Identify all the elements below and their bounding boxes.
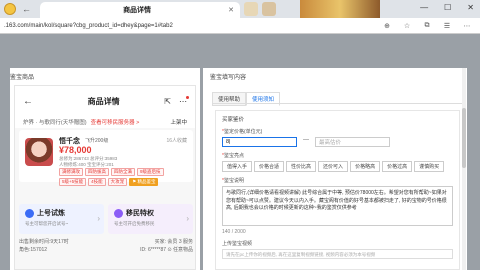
product-phone-preview: ← 商品详情 ⇱ ⋯ 炉界 · 与歌同行(天华赠图) 查看可移民服务器 > 上架… (14, 85, 196, 270)
point-option[interactable]: 值得入手 (222, 161, 253, 172)
minimize-icon[interactable]: — (420, 3, 428, 12)
tab-strip: ← 商品详情 ✕ — ☐ ✕ (0, 0, 480, 18)
trial-login-button[interactable]: 上号试炼 号主可帮您开启试号~ › (19, 204, 104, 234)
max-price-input[interactable]: 最高估价 (315, 137, 390, 147)
tag: 5级+5技能 (59, 178, 87, 186)
browser-tab[interactable]: 商品详情 ✕ (40, 2, 240, 18)
extensions-icon[interactable]: ⧉ (422, 22, 432, 30)
desc-label-text: 鉴宝说明 (223, 178, 244, 184)
maximize-icon[interactable]: ☐ (444, 3, 451, 12)
migrate-server-link[interactable]: 查看可移民服务器 > (91, 118, 140, 126)
tag: 满修满攻 (59, 168, 83, 176)
price-input[interactable]: 8| (222, 137, 297, 147)
back-icon[interactable]: ← (22, 4, 31, 14)
favorite-count: 16人收藏 (166, 138, 187, 144)
character-avatar (25, 138, 53, 166)
point-option[interactable]: 性价比高 (286, 161, 317, 172)
favorites-icon[interactable]: ☰ (442, 22, 452, 30)
tag: 大攻宠 (107, 178, 128, 186)
range-separator: — (303, 137, 309, 143)
char-counter: 140 / 2000 (222, 229, 246, 235)
price-label-text: 鉴定价格(单位元) (223, 129, 263, 135)
point-option[interactable]: 谨慎购买 (414, 161, 445, 172)
scrollbar-thumb[interactable] (462, 108, 466, 168)
tag: 四防拔高 (85, 168, 109, 176)
info-cell: 出售剩余时间:9天17时 (19, 239, 69, 245)
app-icon[interactable] (4, 3, 16, 15)
phone-title: 商品详情 (87, 96, 120, 106)
listing-info: 出售剩余时间:9天17时 买家: 会员 3 服务 角色:157012 ID: 6… (19, 238, 193, 254)
extension-icon[interactable] (262, 2, 276, 16)
address-bar[interactable]: .163.com/main/kol/square?cbg_product_id=… (0, 18, 480, 34)
migrate-icon (114, 208, 123, 218)
action-subtitle: 号主可开启免费移民 (114, 221, 155, 226)
server-name: 炉界 · 与歌同行(天华赠图) (23, 120, 87, 126)
listing-status: 上架中 (170, 120, 187, 126)
close-tab-icon[interactable]: ✕ (228, 6, 234, 14)
chevron-right-icon: › (186, 214, 189, 223)
description-textarea[interactable]: 与歌同行,(详细价格请看视频讲解) 此号综合属于中等, 预估价78000左右。希… (222, 186, 453, 226)
star-icon[interactable]: ☆ (402, 22, 412, 30)
url-text[interactable]: .163.com/main/kol/square?cbg_product_id=… (4, 23, 382, 29)
price-label: *鉴定价格(单位元) (222, 129, 263, 135)
point-option[interactable]: 还价可入 (318, 161, 349, 172)
point-option[interactable]: 价格合适 (254, 161, 285, 172)
left-section-title: 鉴宝商品 (10, 75, 35, 81)
migration-privilege-button[interactable]: 移民特权 号主可开启免费移民 › (108, 204, 193, 234)
game-banner (300, 0, 380, 18)
scrollbar[interactable] (462, 68, 466, 270)
close-window-icon[interactable]: ✕ (467, 3, 474, 12)
tag: 9级盗后技 (137, 168, 164, 176)
window-controls: — ☐ ✕ (420, 3, 474, 12)
form-heading: 买家鉴价 (222, 117, 245, 123)
right-section-title: 鉴宝填写内容 (210, 75, 247, 81)
tab-title: 商品详情 (123, 7, 152, 14)
action-title: 移民特权 (126, 210, 154, 217)
info-row: 角色:157012 ID: 6*****87 ⊙ 任意物品 (19, 246, 193, 254)
notification-dot (186, 95, 189, 99)
product-price: ¥78,000 (59, 145, 92, 155)
info-cell: 买家: 会员 3 服务 (154, 239, 193, 245)
point-option[interactable]: 价格略高 (350, 161, 381, 172)
attribute-list: 总修为:286743 总评分:35983 人物修炼:400 宝宝评分:201 (59, 156, 117, 168)
action-row: 上号试炼 号主可帮您开启试号~ › 移民特权 号主可开启免费移民 › (19, 204, 193, 234)
desc-label: *鉴宝说明 (222, 178, 244, 184)
tag-list: 满修满攻 四防拔高 四防全满 9级盗后技 5级+5技能 4技能 大攻宠 ⚑ 精品… (59, 168, 191, 186)
login-icon (25, 208, 34, 218)
character-level: 飞升200级 (85, 138, 109, 144)
info-row: 出售剩余时间:9天17时 买家: 会员 3 服务 (19, 238, 193, 246)
phone-header: ← 商品详情 ⇱ ⋯ (15, 86, 195, 116)
more-icon[interactable]: ⋯ (462, 22, 472, 30)
action-subtitle: 号主可帮您开启试号~ (25, 221, 69, 226)
premium-badge: ⚑ 精品鉴宝 (129, 178, 159, 186)
chevron-right-icon: › (97, 214, 100, 223)
tag: 四防全满 (111, 168, 135, 176)
video-link-input[interactable]: 请先在pc上传你的视频后, 再在这里复制视频链接, 视频内容必须为本号视频 (222, 249, 453, 259)
share-icon[interactable]: ⇱ (164, 97, 171, 106)
appraisal-form: 买家鉴价 *鉴定价格(单位元) 8| — 最高估价 *鉴宝亮点 值得入手 价格合… (215, 110, 460, 270)
translate-icon[interactable]: ⊕ (382, 22, 392, 30)
upload-label: 上传鉴宝视频 (222, 241, 253, 247)
tab-divider (212, 103, 462, 104)
point-option[interactable]: 价格过高 (382, 161, 413, 172)
more-dots-icon[interactable]: ⋯ (179, 95, 189, 106)
action-title: 上号试炼 (37, 210, 65, 217)
info-cell: 角色:157012 (19, 247, 48, 253)
seller-row: 炉界 · 与歌同行(天华赠图) 查看可移民服务器 > 上架中 (15, 116, 195, 128)
points-label: *鉴宝亮点 (222, 153, 244, 159)
tag: 4技能 (88, 178, 106, 186)
extension-area (240, 2, 300, 16)
back-arrow-icon[interactable]: ← (23, 96, 43, 107)
extension-icon[interactable] (244, 2, 258, 16)
info-cell: ID: 6*****87 ⊙ 任意物品 (140, 247, 193, 253)
points-label-text: 鉴宝亮点 (223, 153, 244, 159)
points-options: 值得入手 价格合适 性价比高 还价可入 价格略高 价格过高 谨慎购买 (222, 161, 453, 172)
